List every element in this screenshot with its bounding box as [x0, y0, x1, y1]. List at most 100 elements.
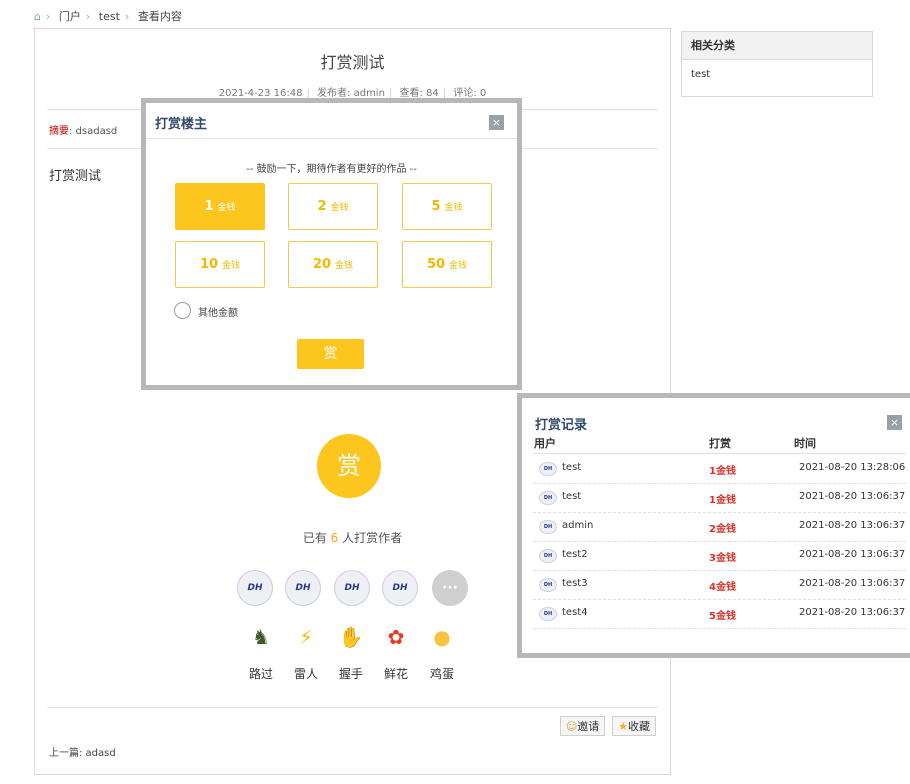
amount-option[interactable]: 5 金钱 [402, 183, 492, 230]
reward-amount: 1金钱 [709, 466, 736, 477]
reaction-label[interactable]: 鸡蛋 [424, 665, 460, 682]
reaction-label[interactable]: 雷人 [288, 665, 324, 682]
reward-time: 2021-08-20 13:06:37 [799, 549, 906, 560]
article-meta: 2021-4-23 16:48 | 发布者: admin | 查看: 84 | 评论:… [218, 88, 487, 99]
reward-time: 2021-08-20 13:28:06 [799, 462, 906, 473]
user-name[interactable]: test2 [562, 549, 588, 560]
amount-option[interactable]: 10 金钱 [175, 241, 265, 288]
reward-amount: 3金钱 [709, 553, 736, 564]
amount-value: 5 [431, 199, 441, 214]
user-avatar[interactable]: DH [539, 607, 557, 621]
reward-user-avatar[interactable]: DH [237, 570, 273, 606]
invite-icon: ☺ [565, 720, 578, 733]
amount-value: 10 [199, 257, 219, 272]
reward-amount: 4金钱 [709, 582, 736, 593]
lightning-icon[interactable]: ⚡ [288, 624, 324, 650]
reward-records-dialog: 打赏记录 × 用户 打赏 时间 DH test 1金钱 2021-08-20 13:2… [517, 393, 910, 658]
table-row: DH test3 4金钱 2021-08-20 13:06:37 [533, 571, 906, 600]
article-body: 打赏测试 [49, 169, 102, 184]
user-avatar[interactable]: DH [539, 491, 557, 505]
amount-unit: 金钱 [217, 203, 236, 213]
summary-label: 摘要 [49, 126, 69, 137]
breadcrumb-item-portal[interactable]: 门户 [59, 10, 81, 23]
related-category-panel: 相关分类 test [681, 31, 873, 97]
records-dialog-title: 打赏记录 [535, 418, 588, 433]
reward-amount: 5金钱 [709, 611, 736, 622]
reaction-label[interactable]: 鲜花 [378, 665, 414, 682]
action-toolbar: ☺邀请 ★收藏 [557, 716, 656, 736]
amount-option[interactable]: 1 金钱 [175, 183, 265, 230]
star-icon: ★ [618, 720, 628, 733]
col-user-header: 用户 [534, 437, 556, 450]
divider [533, 453, 906, 454]
handshake-icon[interactable]: ✋ [333, 624, 369, 650]
amount-unit: 金钱 [449, 261, 468, 271]
reaction-label[interactable]: 握手 [333, 665, 369, 682]
reward-count: 6 [330, 531, 339, 545]
reward-dialog-subtitle: -- 鼓励一下，期待作者有更好的作品 -- [246, 164, 417, 175]
submit-reward-button[interactable]: 赏 [297, 339, 364, 369]
flower-icon[interactable]: ✿ [378, 624, 414, 650]
reward-button[interactable]: 赏 [317, 434, 381, 498]
close-icon[interactable]: × [887, 415, 902, 430]
user-name[interactable]: test [562, 491, 581, 502]
reward-dialog-title: 打赏楼主 [155, 117, 208, 132]
reward-amount: 1金钱 [709, 495, 736, 506]
amount-value: 2 [317, 199, 327, 214]
reward-user-avatar[interactable]: DH [334, 570, 370, 606]
article-summary: 摘要: dsadasd [49, 122, 117, 137]
soldier-icon[interactable]: ♞ [243, 624, 279, 650]
amount-value: 50 [426, 257, 446, 272]
user-avatar[interactable]: DH [539, 520, 557, 534]
invite-button[interactable]: ☺邀请 [559, 716, 606, 736]
favorite-button[interactable]: ★收藏 [612, 716, 656, 736]
amount-value: 1 [204, 199, 214, 214]
other-amount-radio[interactable] [174, 302, 191, 319]
related-category-item[interactable]: test [682, 60, 872, 89]
user-name[interactable]: admin [562, 520, 593, 531]
article-title: 打赏测试 [320, 53, 385, 72]
summary-value: : dsadasd [69, 126, 118, 137]
user-name[interactable]: test3 [562, 578, 588, 589]
amount-unit: 金钱 [335, 261, 354, 271]
reward-amount: 2金钱 [709, 524, 736, 535]
reward-time: 2021-08-20 13:06:37 [799, 578, 906, 589]
amount-option[interactable]: 2 金钱 [288, 183, 378, 230]
table-row: DH test 1金钱 2021-08-20 13:06:37 [533, 484, 906, 513]
breadcrumb-item-current: 查看内容 [137, 10, 182, 23]
egg-icon[interactable]: ● [424, 624, 460, 650]
breadcrumb: ⌂ › 门户 › test › 查看内容 [34, 10, 182, 23]
reward-time: 2021-08-20 13:06:37 [799, 491, 906, 502]
related-category-title: 相关分类 [682, 32, 872, 60]
more-users-icon[interactable]: ··· [432, 570, 468, 606]
user-avatar[interactable]: DH [539, 462, 557, 476]
reward-time: 2021-08-20 13:06:37 [799, 607, 906, 618]
reward-dialog: 打赏楼主 × -- 鼓励一下，期待作者有更好的作品 -- 1 金钱 2 金钱 5 金钱 10… [141, 98, 522, 390]
amount-value: 20 [312, 257, 332, 272]
reward-user-avatar[interactable]: DH [382, 570, 418, 606]
amount-option[interactable]: 50 金钱 [402, 241, 492, 288]
col-time-header: 时间 [794, 437, 816, 450]
home-icon[interactable]: ⌂ [34, 10, 41, 23]
user-avatar[interactable]: DH [539, 549, 557, 563]
user-name[interactable]: test4 [562, 607, 588, 618]
reward-time: 2021-08-20 13:06:37 [799, 520, 906, 531]
amount-unit: 金钱 [222, 261, 241, 271]
amount-unit: 金钱 [330, 203, 349, 213]
user-avatar[interactable]: DH [539, 578, 557, 592]
col-amount-header: 打赏 [709, 437, 731, 450]
reaction-label[interactable]: 路过 [243, 665, 279, 682]
close-icon[interactable]: × [489, 115, 504, 130]
table-row: DH admin 2金钱 2021-08-20 13:06:37 [533, 513, 906, 542]
amount-option[interactable]: 20 金钱 [288, 241, 378, 288]
reward-user-avatar[interactable]: DH [285, 570, 321, 606]
table-row: DH test4 5金钱 2021-08-20 13:06:37 [533, 600, 906, 629]
table-row: DH test2 3金钱 2021-08-20 13:06:37 [533, 542, 906, 571]
user-name[interactable]: test [562, 462, 581, 473]
reward-dialog-header: 打赏楼主 × [146, 103, 517, 139]
amount-unit: 金钱 [444, 203, 463, 213]
table-row: DH test 1金钱 2021-08-20 13:28:06 [533, 455, 906, 484]
prev-article-link[interactable]: 上一篇: adasd [49, 744, 116, 759]
other-amount-label[interactable]: 其他金额 [198, 304, 238, 319]
breadcrumb-item-test[interactable]: test [99, 10, 120, 23]
